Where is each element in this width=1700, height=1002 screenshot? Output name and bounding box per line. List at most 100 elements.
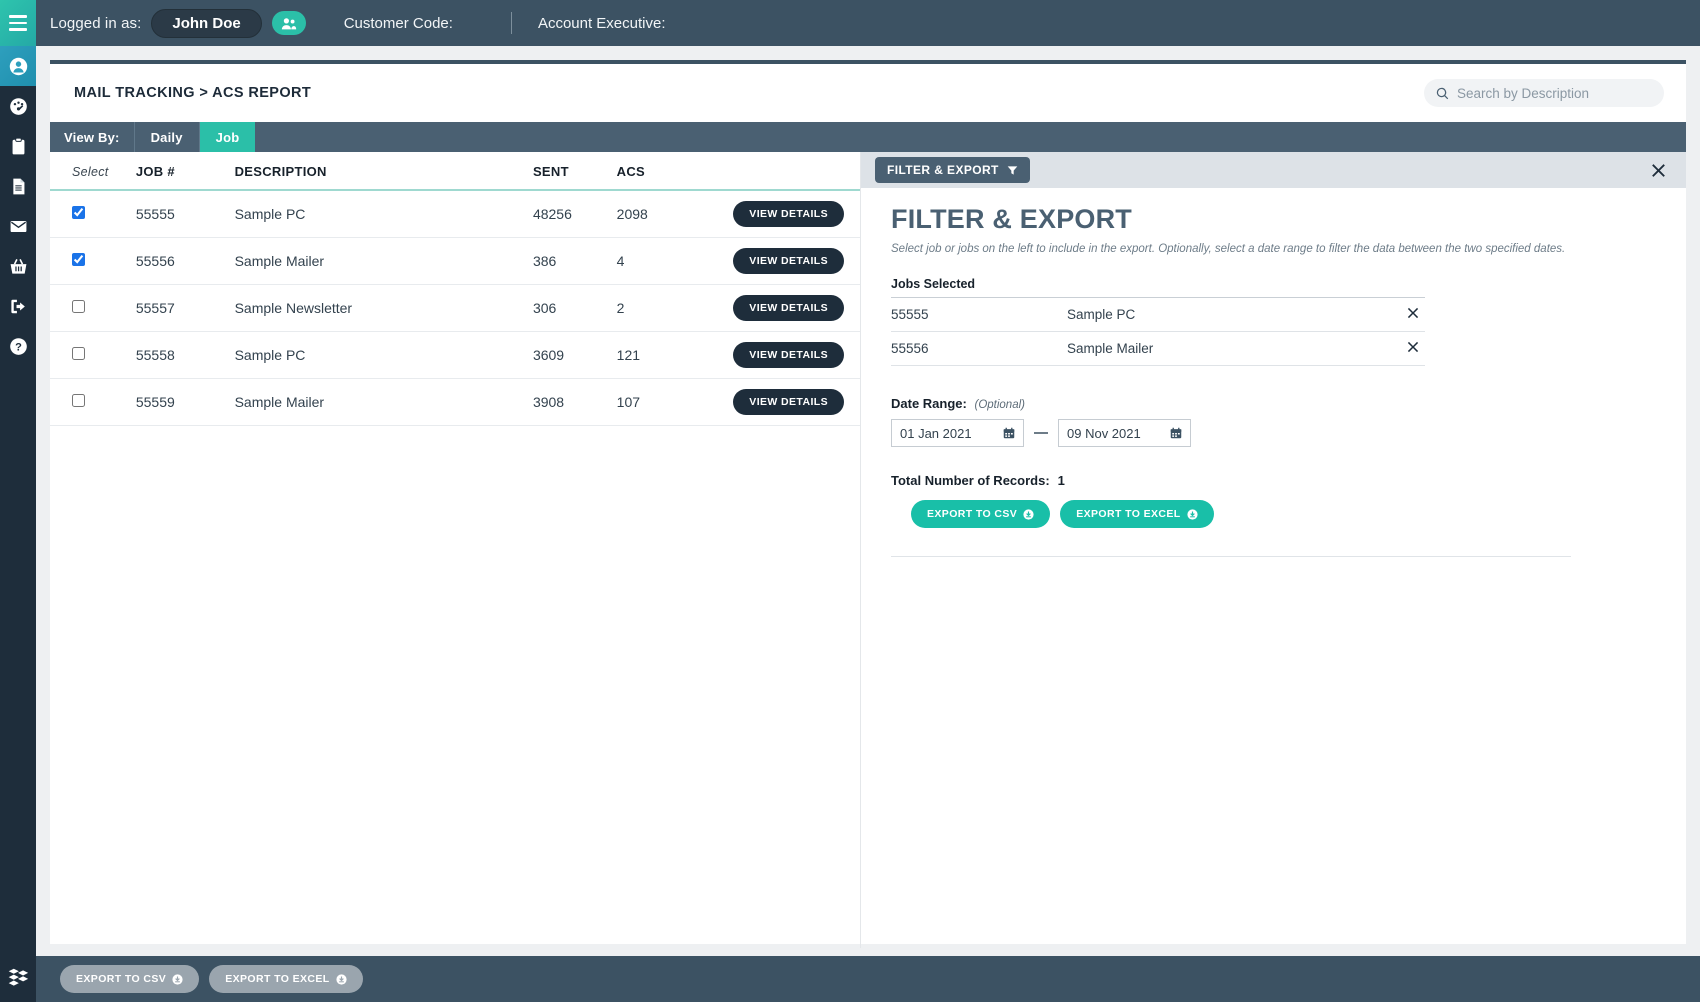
tab-daily[interactable]: Daily — [135, 122, 200, 152]
jobs-table-head: Select JOB # DESCRIPTION SENT ACS — [50, 152, 860, 190]
row-select-cell — [50, 190, 136, 238]
row-checkbox[interactable] — [72, 206, 85, 219]
breadcrumb: MAIL TRACKING > ACS REPORT — [74, 85, 312, 101]
svg-text:?: ? — [15, 341, 22, 353]
download-icon — [336, 973, 347, 985]
sidebar-item-mail[interactable] — [0, 206, 36, 246]
content-area: MAIL TRACKING > ACS REPORT View By: Dail… — [36, 46, 1700, 1002]
remove-job-icon[interactable] — [1407, 341, 1419, 353]
date-end-input[interactable] — [1067, 425, 1164, 441]
search-icon — [1436, 87, 1449, 99]
logout-icon — [10, 299, 25, 313]
row-acs: 107 — [616, 394, 641, 410]
bottom-export-excel-label: EXPORT TO EXCEL — [225, 973, 330, 985]
export-excel-button[interactable]: EXPORT TO EXCEL — [1060, 500, 1214, 528]
close-icon — [1651, 163, 1665, 177]
calendar-icon[interactable] — [1170, 427, 1182, 439]
selected-job-remove-cell[interactable] — [1367, 298, 1425, 332]
bottom-export-csv-button[interactable]: EXPORT TO CSV — [60, 965, 200, 993]
calendar-icon[interactable] — [1003, 427, 1015, 439]
row-select-cell — [50, 238, 136, 285]
sidebar-item-help[interactable]: ? — [0, 326, 36, 366]
row-checkbox[interactable] — [72, 300, 85, 313]
column-header-job[interactable]: JOB # — [136, 152, 235, 190]
selected-job-row: 55555 Sample PC — [891, 297, 1425, 332]
jobs-table-body: 55555 Sample PC 48256 2098 VIEW DETAILS 55556… — [50, 190, 860, 426]
table-row: 55559 Sample Mailer 3908 107 VIEW DETAILS — [50, 379, 860, 426]
tab-job[interactable]: Job — [199, 122, 256, 152]
jobs-table-pane: Select JOB # DESCRIPTION SENT ACS 55555 S… — [50, 152, 860, 948]
row-acs: 2 — [616, 300, 625, 316]
sidebar-item-reports[interactable] — [0, 166, 36, 206]
document-report-icon — [12, 178, 24, 194]
row-description: Sample Newsletter — [234, 300, 353, 316]
row-checkbox[interactable] — [72, 394, 85, 407]
row-acs: 2098 — [616, 206, 648, 222]
row-actions-cell: VIEW DETAILS — [724, 379, 860, 426]
row-sent: 48256 — [532, 206, 572, 222]
table-row: 55558 Sample PC 3609 121 VIEW DETAILS — [50, 332, 860, 379]
view-by-label: View By: — [50, 122, 135, 152]
application-window: Logged in as: John Doe Customer Code: Ac… — [0, 0, 1700, 1002]
sidebar-item-logout[interactable] — [0, 286, 36, 326]
table-row: 55556 Sample Mailer 386 4 VIEW DETAILS — [50, 238, 860, 285]
row-checkbox[interactable] — [72, 347, 85, 360]
row-checkbox[interactable] — [72, 253, 85, 266]
selected-job-remove-cell[interactable] — [1367, 332, 1425, 366]
hamburger-line — [9, 21, 27, 25]
top-bar: Logged in as: John Doe Customer Code: Ac… — [0, 0, 1700, 46]
view-details-button[interactable]: VIEW DETAILS — [733, 389, 844, 415]
row-sent: 3908 — [532, 394, 565, 410]
user-name-pill[interactable]: John Doe — [151, 8, 262, 38]
bottom-bar: EXPORT TO CSV EXPORT TO EXCEL — [36, 956, 1700, 1002]
stacked-layers-logo — [8, 968, 29, 986]
filter-export-title: FILTER & EXPORT — [891, 204, 1133, 234]
row-select-cell — [50, 285, 136, 332]
view-details-button[interactable]: VIEW DETAILS — [733, 248, 844, 274]
sidebar-item-basket[interactable] — [0, 246, 36, 286]
sidebar-item-dashboard[interactable] — [0, 86, 36, 126]
filter-export-button[interactable]: FILTER & EXPORT — [875, 157, 1030, 183]
logged-in-label: Logged in as: — [50, 14, 142, 32]
search-box[interactable] — [1424, 79, 1664, 107]
bottom-export-excel-button[interactable]: EXPORT TO EXCEL — [209, 965, 363, 993]
row-actions-cell: VIEW DETAILS — [724, 285, 860, 332]
date-range-label-text: Date Range: — [891, 396, 967, 411]
table-row: 55555 Sample PC 48256 2098 VIEW DETAILS — [50, 190, 860, 238]
app-logo — [0, 954, 36, 1002]
column-header-sent[interactable]: SENT — [533, 152, 617, 190]
selected-job-number: 55556 — [891, 341, 929, 356]
remove-job-icon[interactable] — [1407, 307, 1419, 319]
close-panel-button[interactable] — [1648, 160, 1668, 180]
jobs-selected-body: 55555 Sample PC 55556 Sample Mailer — [891, 297, 1425, 366]
switch-user-button[interactable] — [271, 11, 306, 35]
download-icon — [1023, 508, 1034, 520]
date-start-input[interactable] — [900, 425, 997, 441]
total-records: Total Number of Records: 1 — [891, 473, 1656, 488]
sidebar-item-clipboard[interactable] — [0, 126, 36, 166]
date-end-field[interactable] — [1058, 419, 1191, 447]
sidebar-item-account[interactable] — [0, 46, 36, 86]
search-input[interactable] — [1457, 85, 1652, 101]
panel-divider — [891, 556, 1571, 557]
main-card: MAIL TRACKING > ACS REPORT View By: Dail… — [50, 60, 1686, 948]
column-header-acs[interactable]: ACS — [617, 152, 724, 190]
row-description: Sample PC — [234, 206, 306, 222]
hamburger-line — [9, 28, 27, 31]
view-details-button[interactable]: VIEW DETAILS — [733, 342, 844, 368]
column-header-description[interactable]: DESCRIPTION — [235, 152, 533, 190]
export-csv-button[interactable]: EXPORT TO CSV — [911, 500, 1051, 528]
view-details-button[interactable]: VIEW DETAILS — [733, 201, 844, 227]
help-question-icon: ? — [9, 337, 27, 355]
date-start-field[interactable] — [891, 419, 1024, 447]
row-select-cell — [50, 379, 136, 426]
filter-export-description: Select job or jobs on the left to includ… — [891, 243, 1566, 255]
jobs-table: Select JOB # DESCRIPTION SENT ACS 55555 S… — [50, 152, 860, 426]
filter-export-body: FILTER & EXPORT Select job or jobs on th… — [861, 188, 1686, 557]
menu-hamburger-icon[interactable] — [0, 0, 36, 46]
download-icon — [1187, 508, 1198, 520]
row-sent: 3609 — [532, 347, 565, 363]
funnel-icon — [1007, 165, 1018, 175]
topbar-divider — [510, 12, 512, 34]
view-details-button[interactable]: VIEW DETAILS — [733, 295, 844, 321]
